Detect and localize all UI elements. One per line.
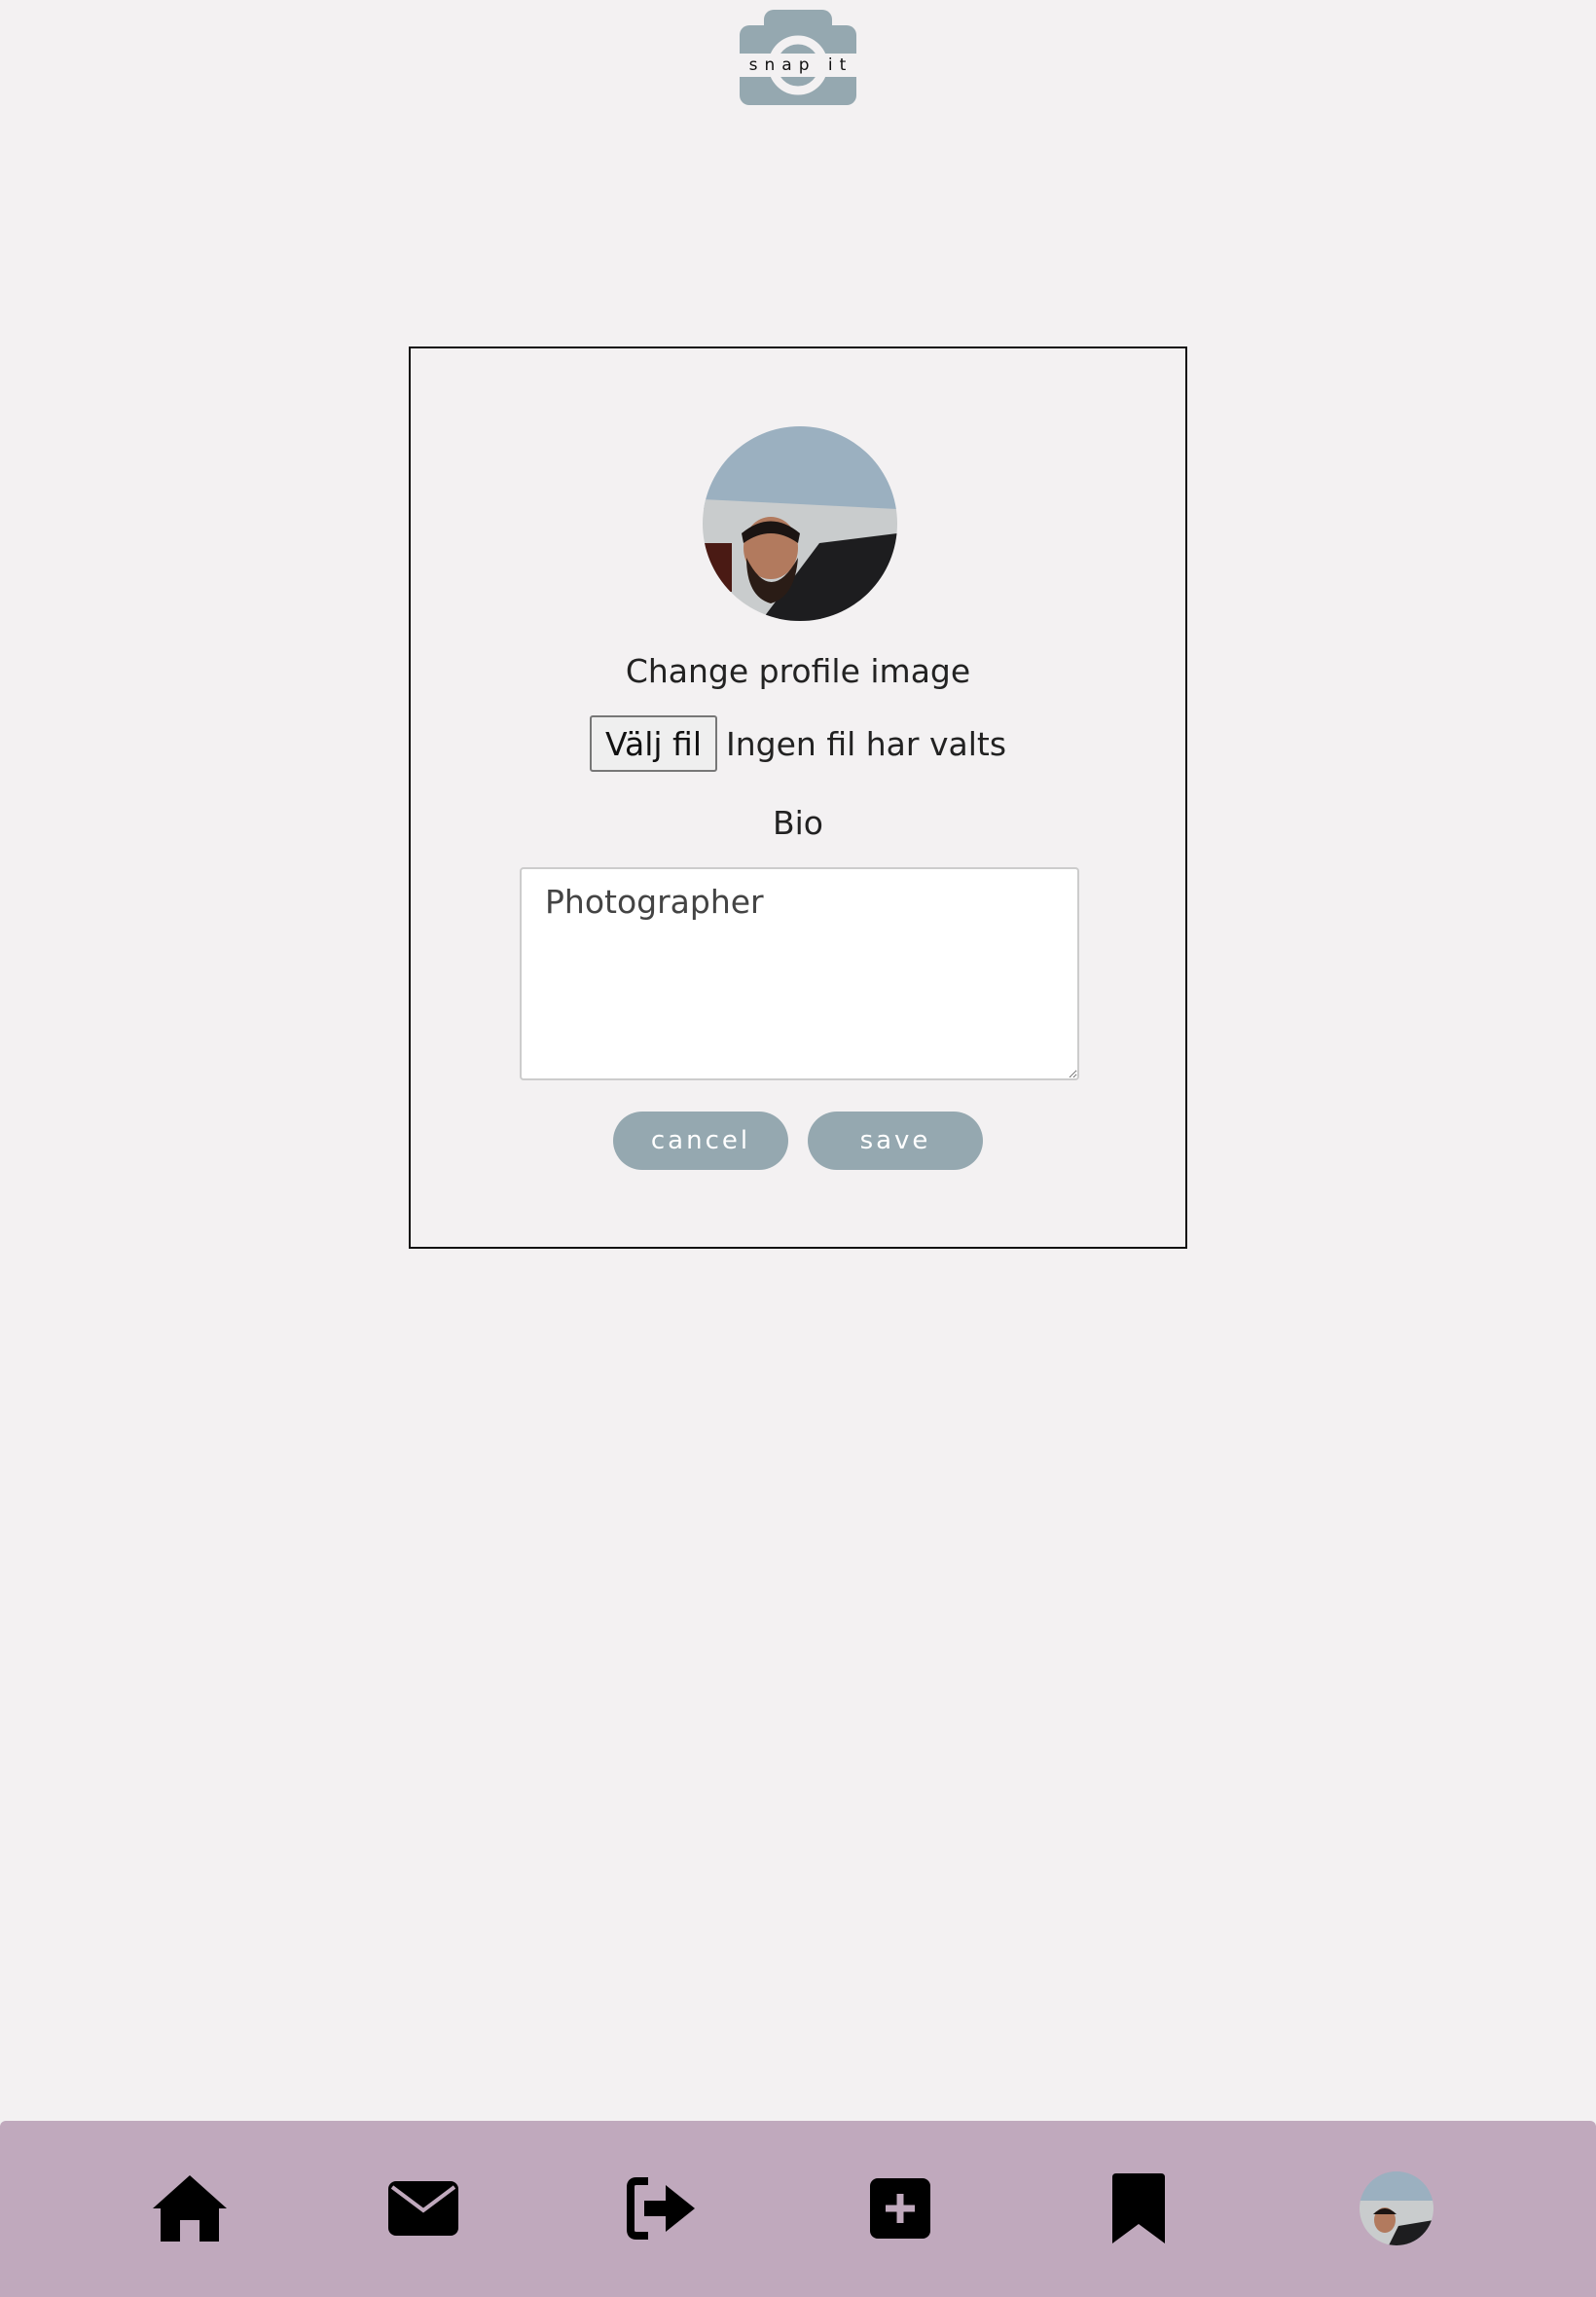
file-status: Ingen fil har valts [726, 724, 1007, 763]
logo-text: snap it [740, 54, 856, 77]
bookmark-icon [1112, 2173, 1165, 2243]
plus-square-icon [870, 2178, 930, 2239]
snap-it-logo[interactable]: snap it [740, 10, 856, 107]
change-profile-image-label: Change profile image [625, 652, 971, 690]
sign-out-icon [627, 2177, 695, 2240]
nav-logout[interactable] [623, 2169, 701, 2247]
choose-file-button[interactable]: Välj fil [589, 715, 718, 772]
nav-bookmarks[interactable] [1100, 2169, 1178, 2247]
cancel-button[interactable]: cancel [613, 1112, 788, 1170]
home-icon [153, 2175, 227, 2242]
nav-add-post[interactable] [861, 2169, 939, 2247]
envelope-icon [388, 2181, 458, 2236]
bio-textarea[interactable]: Photographer [520, 867, 1079, 1080]
bio-label: Bio [773, 804, 823, 842]
nav-profile[interactable] [1358, 2169, 1435, 2247]
profile-image [703, 426, 897, 621]
nav-messages[interactable] [384, 2169, 462, 2247]
file-input[interactable]: Välj fil Ingen fil har valts [411, 715, 1185, 772]
bottom-nav [0, 2121, 1596, 2297]
edit-profile-card: Change profile image Välj fil Ingen fil … [409, 346, 1187, 1249]
profile-avatar [1360, 2171, 1433, 2245]
save-button[interactable]: save [808, 1112, 983, 1170]
nav-home[interactable] [151, 2169, 229, 2247]
